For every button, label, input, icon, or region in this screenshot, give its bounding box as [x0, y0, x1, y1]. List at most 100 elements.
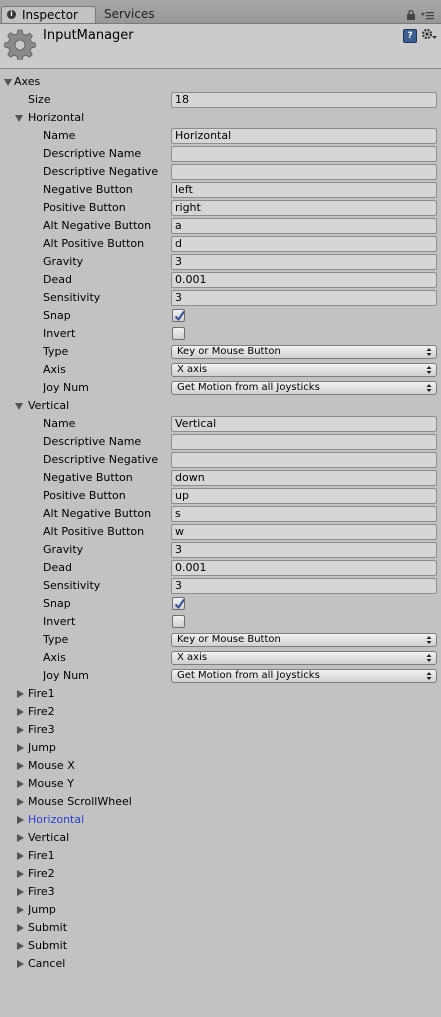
axis-foldout-label[interactable]: Fire2: [28, 703, 55, 721]
axis-foldout-arrow-icon[interactable]: [17, 924, 24, 932]
axis-foldout-arrow-icon[interactable]: [15, 403, 23, 410]
joy-num-label: Joy Num: [43, 381, 89, 394]
axis-value: X axis: [177, 364, 208, 375]
axis-foldout-label[interactable]: Horizontal: [28, 811, 84, 829]
gear-icon: [4, 29, 36, 60]
sensitivity-field[interactable]: 3: [171, 290, 437, 306]
joy-num-dropdown[interactable]: Get Motion from all Joysticks: [171, 381, 437, 395]
axis-foldout-arrow-icon[interactable]: [17, 942, 24, 950]
name-label: Name: [43, 417, 76, 430]
axis-foldout-label[interactable]: Mouse Y: [28, 775, 74, 793]
type-row: Type Key or Mouse Button: [0, 343, 441, 361]
axis-foldout-arrow-icon[interactable]: [17, 870, 24, 878]
axis-foldout-label[interactable]: Fire1: [28, 685, 55, 703]
axis-foldout-arrow-icon[interactable]: [17, 906, 24, 914]
descriptive-negative-name-field[interactable]: [171, 164, 437, 180]
axis-foldout-arrow-icon[interactable]: [17, 744, 24, 752]
negative-button-label: Negative Button: [43, 183, 133, 196]
axis-foldout-arrow-icon[interactable]: [17, 690, 24, 698]
axis-foldout-label[interactable]: Mouse X: [28, 757, 75, 775]
help-icon[interactable]: ?: [403, 29, 417, 43]
axis-foldout-label[interactable]: Submit: [28, 937, 67, 955]
axis-foldout-label[interactable]: Fire2: [28, 865, 55, 883]
alt-positive-button-field[interactable]: w: [171, 524, 437, 540]
negative-button-field[interactable]: left: [171, 182, 437, 198]
axis-foldout-arrow-icon[interactable]: [17, 780, 24, 788]
positive-button-label: Positive Button: [43, 201, 126, 214]
axis-foldout-arrow-icon[interactable]: [17, 816, 24, 824]
axis-foldout-arrow-icon[interactable]: [17, 708, 24, 716]
invert-checkbox[interactable]: [172, 615, 185, 628]
invert-checkbox[interactable]: [172, 327, 185, 340]
descriptive-negative-name-field[interactable]: [171, 452, 437, 468]
axis-foldout-arrow-icon[interactable]: [17, 888, 24, 896]
tab-menu-icon[interactable]: [421, 10, 435, 20]
snap-label: Snap: [43, 309, 71, 322]
alt-negative-button-field[interactable]: a: [171, 218, 437, 234]
axis-foldout-arrow-icon[interactable]: [17, 762, 24, 770]
axis-foldout-label[interactable]: Horizontal: [28, 109, 84, 127]
axis-foldout-arrow-icon[interactable]: [15, 115, 23, 122]
positive-button-row: Positive Button right: [0, 199, 441, 217]
axis-foldout-arrow-icon[interactable]: [17, 834, 24, 842]
invert-row: Invert: [0, 325, 441, 343]
axis-row: Axis X axis: [0, 361, 441, 379]
alt-negative-button-label: Alt Negative Button: [43, 507, 152, 520]
lock-icon[interactable]: [406, 10, 416, 20]
axis-foldout-collapsed: Fire3: [0, 883, 441, 901]
type-dropdown[interactable]: Key or Mouse Button: [171, 345, 437, 359]
axis-dropdown[interactable]: X axis: [171, 363, 437, 377]
axis-foldout-arrow-icon[interactable]: [17, 960, 24, 968]
axis-foldout-arrow-icon[interactable]: [17, 852, 24, 860]
descriptive-name-field[interactable]: [171, 434, 437, 450]
axis-foldout-label[interactable]: Submit: [28, 919, 67, 937]
type-dropdown[interactable]: Key or Mouse Button: [171, 633, 437, 647]
axis-foldout-label[interactable]: Fire1: [28, 847, 55, 865]
snap-checkbox[interactable]: [172, 597, 185, 610]
joy-num-dropdown[interactable]: Get Motion from all Joysticks: [171, 669, 437, 683]
descriptive-name-field[interactable]: [171, 146, 437, 162]
axis-foldout-label[interactable]: Fire3: [28, 883, 55, 901]
axis-foldout-label[interactable]: Jump: [28, 901, 56, 919]
axis-foldout-arrow-icon[interactable]: [17, 726, 24, 734]
tab-services[interactable]: Services: [96, 6, 176, 23]
settings-gear-icon[interactable]: [421, 28, 437, 42]
axis-foldout-label[interactable]: Vertical: [28, 829, 69, 847]
axis-foldout-label[interactable]: Cancel: [28, 955, 65, 973]
tab-inspector[interactable]: i Inspector: [1, 6, 96, 23]
snap-checkbox[interactable]: [172, 309, 185, 322]
name-label: Name: [43, 129, 76, 142]
dead-row: Dead 0.001: [0, 559, 441, 577]
alt-positive-button-label: Alt Positive Button: [43, 237, 145, 250]
updown-arrow-icon: [426, 654, 432, 662]
axis-foldout-label[interactable]: Vertical: [28, 397, 69, 415]
negative-button-field[interactable]: down: [171, 470, 437, 486]
dead-field[interactable]: 0.001: [171, 560, 437, 576]
axis-foldout-arrow-icon[interactable]: [17, 798, 24, 806]
size-field[interactable]: 18: [171, 92, 437, 108]
axis-foldout-collapsed: Fire2: [0, 703, 441, 721]
axis-foldout-label[interactable]: Fire3: [28, 721, 55, 739]
alt-negative-button-field[interactable]: s: [171, 506, 437, 522]
gravity-field[interactable]: 3: [171, 542, 437, 558]
positive-button-field[interactable]: right: [171, 200, 437, 216]
axis-foldout-label[interactable]: Jump: [28, 739, 56, 757]
positive-button-row: Positive Button up: [0, 487, 441, 505]
axes-label[interactable]: Axes: [14, 73, 40, 91]
axis-foldout-collapsed: Cancel: [0, 955, 441, 973]
positive-button-field[interactable]: up: [171, 488, 437, 504]
name-field[interactable]: Vertical: [171, 416, 437, 432]
sensitivity-field[interactable]: 3: [171, 578, 437, 594]
dead-label: Dead: [43, 561, 72, 574]
gravity-row: Gravity 3: [0, 541, 441, 559]
name-field[interactable]: Horizontal: [171, 128, 437, 144]
gravity-field[interactable]: 3: [171, 254, 437, 270]
invert-label: Invert: [43, 615, 76, 628]
alt-positive-button-field[interactable]: d: [171, 236, 437, 252]
joy-num-row: Joy Num Get Motion from all Joysticks: [0, 667, 441, 685]
dead-field[interactable]: 0.001: [171, 272, 437, 288]
axis-foldout-label[interactable]: Mouse ScrollWheel: [28, 793, 132, 811]
axis-dropdown[interactable]: X axis: [171, 651, 437, 665]
axes-foldout-arrow-icon[interactable]: [4, 79, 12, 86]
joy-num-row: Joy Num Get Motion from all Joysticks: [0, 379, 441, 397]
